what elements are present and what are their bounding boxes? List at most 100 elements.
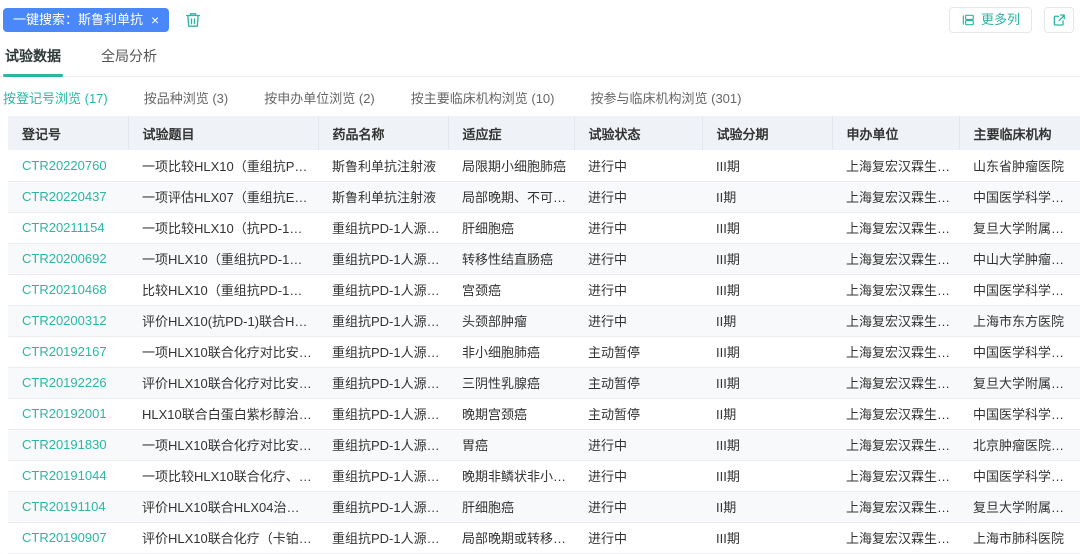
indication-cell: 胃癌 [448, 429, 574, 460]
col-header-indication: 适应症 [448, 116, 574, 150]
drug-name-cell: 重组抗PD-1人源化单... [318, 305, 448, 336]
filter-bar: 按登记号浏览 (17) 按品种浏览 (3) 按申办单位浏览 (2) 按主要临床机… [0, 77, 1080, 116]
col-header-sponsor: 申办单位 [832, 116, 959, 150]
table-row: CTR20190907 评价HLX10联合化疗（卡铂-白蛋... 重组抗PD-1… [8, 522, 1080, 553]
registration-number-link[interactable]: CTR20192226 [8, 367, 128, 398]
table-row: CTR20211154 一项比较HLX10（抗PD-1抗体）... 重组抗PD-… [8, 212, 1080, 243]
sponsor-cell: 上海复宏汉霖生物技... [832, 336, 959, 367]
col-header-drug-name: 药品名称 [318, 116, 448, 150]
indication-cell: 宫颈癌 [448, 274, 574, 305]
col-header-main-institution: 主要临床机构 [959, 116, 1080, 150]
trial-title-cell: 一项HLX10（重组抗PD-1人源化... [128, 243, 318, 274]
phase-cell: III期 [702, 243, 832, 274]
phase-cell: III期 [702, 522, 832, 553]
tab-global-analysis[interactable]: 全局分析 [99, 37, 159, 76]
registration-number-link[interactable]: CTR20192001 [8, 398, 128, 429]
phase-cell: II期 [702, 181, 832, 212]
status-cell: 进行中 [574, 305, 702, 336]
sponsor-cell: 上海复宏汉霖生物技... [832, 460, 959, 491]
status-cell: 进行中 [574, 429, 702, 460]
trash-icon[interactable] [184, 11, 202, 29]
filter-by-participating-institution[interactable]: 按参与临床机构浏览 (301) [591, 88, 742, 107]
filter-by-variety[interactable]: 按品种浏览 (3) [144, 88, 229, 107]
phase-cell: III期 [702, 460, 832, 491]
registration-number-link[interactable]: CTR20190907 [8, 522, 128, 553]
external-link-button[interactable] [1044, 7, 1074, 33]
institution-cell: 上海市肺科医院 [959, 522, 1080, 553]
registration-number-link[interactable]: CTR20191044 [8, 460, 128, 491]
indication-cell: 头颈部肿瘤 [448, 305, 574, 336]
trial-title-cell: 一项评估HLX07（重组抗EGFR人... [128, 181, 318, 212]
institution-cell: 中国医学科学院肿瘤... [959, 181, 1080, 212]
institution-cell: 中山大学肿瘤防治中心 [959, 243, 1080, 274]
registration-number-link[interactable]: CTR20192167 [8, 336, 128, 367]
registration-number-link[interactable]: CTR20220760 [8, 150, 128, 181]
institution-cell: 中国医学科学院肿瘤... [959, 274, 1080, 305]
search-tag[interactable]: 一键搜索：斯鲁利单抗 × [3, 8, 169, 32]
institution-cell: 复旦大学附属肿瘤医院 [959, 367, 1080, 398]
status-cell: 进行中 [574, 150, 702, 181]
phase-cell: III期 [702, 336, 832, 367]
tab-bar: 试验数据 全局分析 [0, 37, 1080, 77]
status-cell: 进行中 [574, 212, 702, 243]
toolbar: 一键搜索：斯鲁利单抗 × 更多列 [0, 0, 1080, 34]
table-row: CTR20191830 一项HLX10联合化疗对比安慰剂联... 重组抗PD-1… [8, 429, 1080, 460]
indication-cell: 转移性结直肠癌 [448, 243, 574, 274]
trial-title-cell: 一项HLX10联合化疗对比安慰剂联... [128, 429, 318, 460]
registration-number-link[interactable]: CTR20210468 [8, 274, 128, 305]
indication-cell: 晚期非鳞状非小细胞... [448, 460, 574, 491]
tab-trial-data[interactable]: 试验数据 [3, 37, 63, 76]
sponsor-cell: 上海复宏汉霖生物技... [832, 429, 959, 460]
indication-cell: 局部晚期、不可切除... [448, 181, 574, 212]
phase-cell: II期 [702, 398, 832, 429]
close-icon[interactable]: × [151, 13, 159, 27]
registration-number-link[interactable]: CTR20220437 [8, 181, 128, 212]
col-header-trial-title: 试验题目 [128, 116, 318, 150]
status-cell: 主动暂停 [574, 367, 702, 398]
status-cell: 进行中 [574, 274, 702, 305]
registration-number-link[interactable]: CTR20211154 [8, 212, 128, 243]
institution-cell: 北京肿瘤医院（北京... [959, 429, 1080, 460]
drug-name-cell: 重组抗PD-1人源化单... [318, 460, 448, 491]
registration-number-link[interactable]: CTR20191104 [8, 491, 128, 522]
indication-cell: 局限期小细胞肺癌 [448, 150, 574, 181]
table-row: CTR20192001 HLX10联合白蛋白紫杉醇治疗经晚... 重组抗PD-1… [8, 398, 1080, 429]
sponsor-cell: 上海复宏汉霖生物技... [832, 398, 959, 429]
status-cell: 进行中 [574, 460, 702, 491]
filter-by-sponsor[interactable]: 按申办单位浏览 (2) [264, 88, 375, 107]
institution-cell: 中国医学科学院肿瘤... [959, 398, 1080, 429]
table-row: CTR20191104 评价HLX10联合HLX04治疗晚期肝... 重组抗PD… [8, 491, 1080, 522]
col-header-registration-number: 登记号 [8, 116, 128, 150]
filter-by-main-institution[interactable]: 按主要临床机构浏览 (10) [411, 88, 555, 107]
phase-cell: III期 [702, 150, 832, 181]
col-header-trial-phase: 试验分期 [702, 116, 832, 150]
registration-number-link[interactable]: CTR20191830 [8, 429, 128, 460]
drug-name-cell: 重组抗PD-1人源化单... [318, 522, 448, 553]
registration-number-link[interactable]: CTR20200312 [8, 305, 128, 336]
institution-cell: 上海市东方医院 [959, 305, 1080, 336]
columns-icon [961, 13, 975, 27]
table-row: CTR20200312 评价HLX10(抗PD-1)联合HLX07(... 重组… [8, 305, 1080, 336]
indication-cell: 非小细胞肺癌 [448, 336, 574, 367]
institution-cell: 山东省肿瘤医院 [959, 150, 1080, 181]
table-row: CTR20220437 一项评估HLX07（重组抗EGFR人... 斯鲁利单抗注… [8, 181, 1080, 212]
registration-number-link[interactable]: CTR20200692 [8, 243, 128, 274]
trial-title-cell: 一项比较HLX10（抗PD-1抗体）... [128, 212, 318, 243]
sponsor-cell: 上海复宏汉霖生物技... [832, 243, 959, 274]
trial-title-cell: 评价HLX10联合HLX04治疗晚期肝... [128, 491, 318, 522]
toolbar-left: 一键搜索：斯鲁利单抗 × [3, 8, 202, 32]
institution-cell: 中国医学科学院肿瘤... [959, 336, 1080, 367]
sponsor-cell: 上海复宏汉霖生物制... [832, 212, 959, 243]
sponsor-cell: 上海复宏汉霖生物技... [832, 305, 959, 336]
status-cell: 主动暂停 [574, 398, 702, 429]
trials-table-container: 登记号 试验题目 药品名称 适应症 试验状态 试验分期 申办单位 主要临床机构 … [8, 116, 1080, 554]
filter-by-registration-number[interactable]: 按登记号浏览 (17) [3, 88, 108, 107]
trial-title-cell: 评价HLX10联合化疗对比安慰剂联... [128, 367, 318, 398]
table-row: CTR20192226 评价HLX10联合化疗对比安慰剂联... 重组抗PD-1… [8, 367, 1080, 398]
indication-cell: 肝细胞癌 [448, 212, 574, 243]
more-columns-button[interactable]: 更多列 [949, 7, 1032, 33]
drug-name-cell: 斯鲁利单抗注射液 [318, 181, 448, 212]
drug-name-cell: 重组抗PD-1人源化单... [318, 336, 448, 367]
sponsor-cell: 上海复宏汉霖生物技... [832, 150, 959, 181]
table-row: CTR20192167 一项HLX10联合化疗对比安慰剂联... 重组抗PD-1… [8, 336, 1080, 367]
